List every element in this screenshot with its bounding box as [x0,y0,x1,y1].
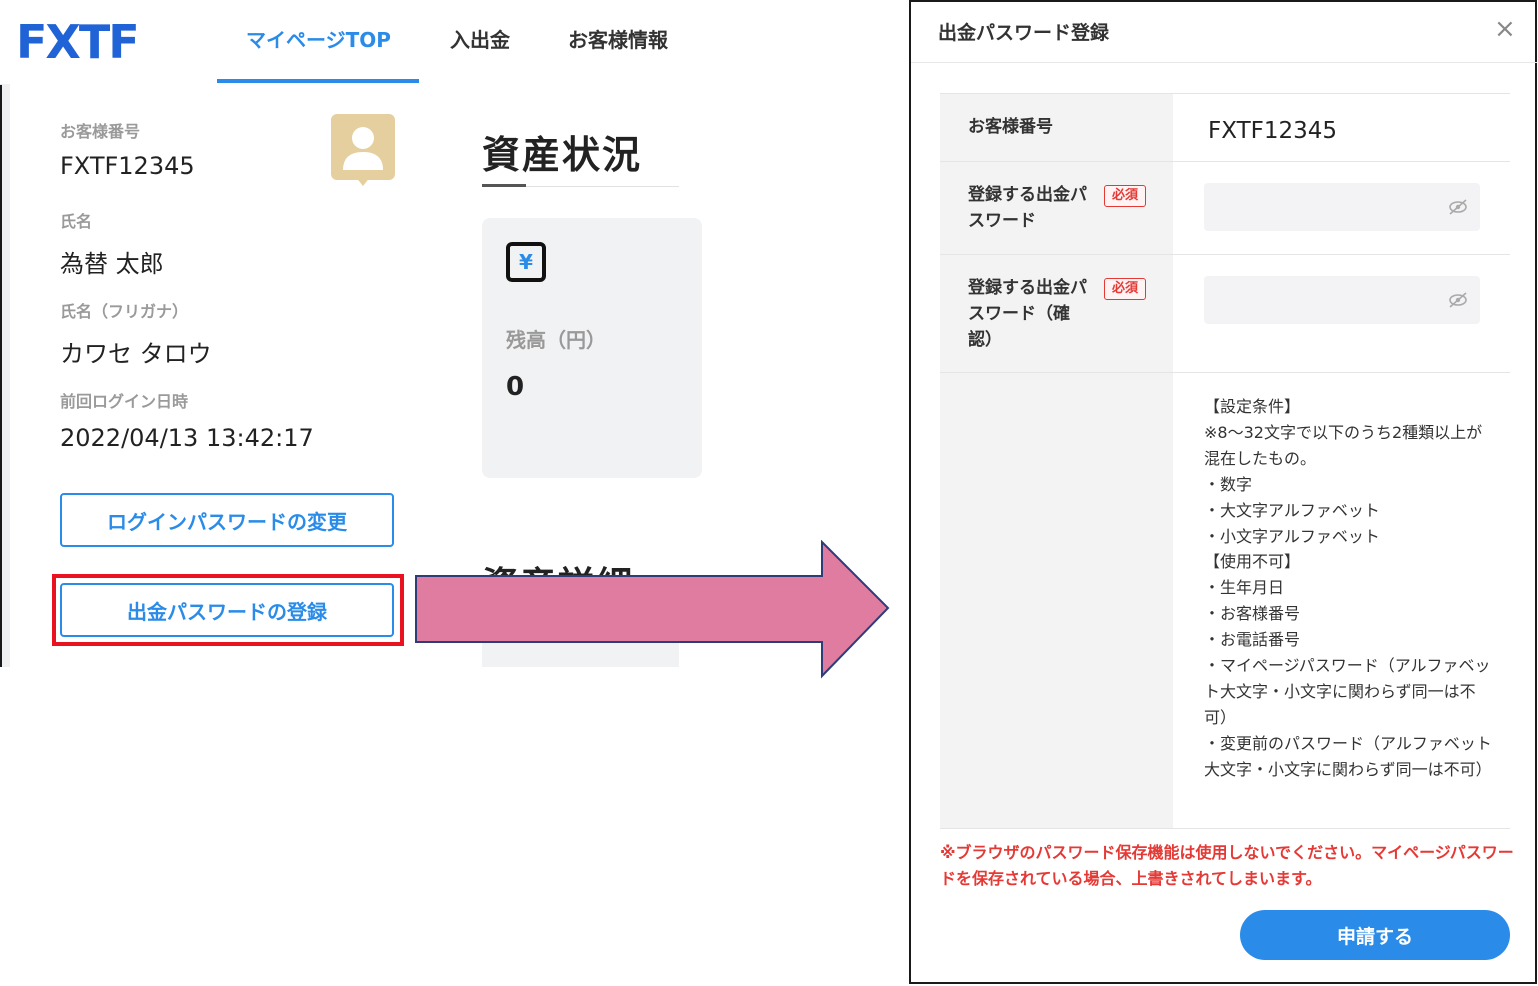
last-login-value: 2022/04/13 13:42:17 [60,424,314,452]
change-login-password-button[interactable]: ログインパスワードの変更 [60,493,394,547]
password-label-line1: 登録する出金パ [968,185,1087,205]
logo-text: FXTF [16,18,138,64]
required-badge: 必須 [1104,278,1147,300]
withdraw-password-input[interactable] [1204,183,1480,231]
customer-no-label: お客様番号 [60,122,141,141]
name-label: 氏名 [60,212,93,231]
tab-customer-info[interactable]: お客様情報 [568,24,668,53]
required-badge: 必須 [1104,185,1147,207]
name-value: 為替 太郎 [60,250,164,278]
password-confirm-label-line2: スワード（確 [968,304,1070,324]
password-label-line2: スワード [968,211,1036,231]
close-icon[interactable]: × [1494,16,1516,42]
balance-value: 0 [506,372,525,402]
fxtf-logo[interactable]: FXTF [16,18,168,64]
assets-title: 資産状況 [482,133,643,177]
tab-deposit-withdraw[interactable]: 入出金 [450,24,510,53]
assets-title-underline [482,184,526,187]
submit-application-button[interactable]: 申請する [1240,910,1510,960]
kana-label: 氏名（フリガナ） [60,302,189,321]
avatar-icon [331,114,395,180]
modal-customer-no-label: お客様番号 [968,117,1053,137]
eye-off-icon[interactable] [1447,198,1469,216]
avatar-tail [355,176,371,186]
kana-value: カワセ タロウ [60,340,212,368]
balance-label: 残高（円） [506,328,606,352]
arrow-right [415,540,890,679]
withdraw-password-confirm-input[interactable] [1204,276,1480,324]
eye-off-icon[interactable] [1447,291,1469,309]
modal-customer-no-value: FXTF12345 [1208,118,1338,144]
modal-header-divider [911,62,1537,63]
password-confirm-label-line3: 認） [968,330,1002,350]
panel-rail [2,84,10,667]
last-login-label: 前回ログイン日時 [60,392,189,411]
modal-title: 出金パスワード登録 [938,22,1110,44]
browser-save-warning: ※ブラウザのパスワード保存機能は使用しないでください。マイページパスワードを保存… [940,843,1514,888]
password-conditions-text: 【設定条件】 ※8～32文字で以下のうち2種類以上が混在したもの。 ・数字 ・大… [1204,397,1492,779]
password-confirm-label-line1: 登録する出金パ [968,278,1087,298]
active-tab-indicator [217,79,419,83]
highlight-box [52,574,404,646]
yen-icon: ¥ [506,242,546,282]
customer-no-value: FXTF12345 [60,152,195,180]
tab-mypage-top[interactable]: マイページTOP [246,24,391,53]
conditions-row-label-cell [940,373,1173,829]
